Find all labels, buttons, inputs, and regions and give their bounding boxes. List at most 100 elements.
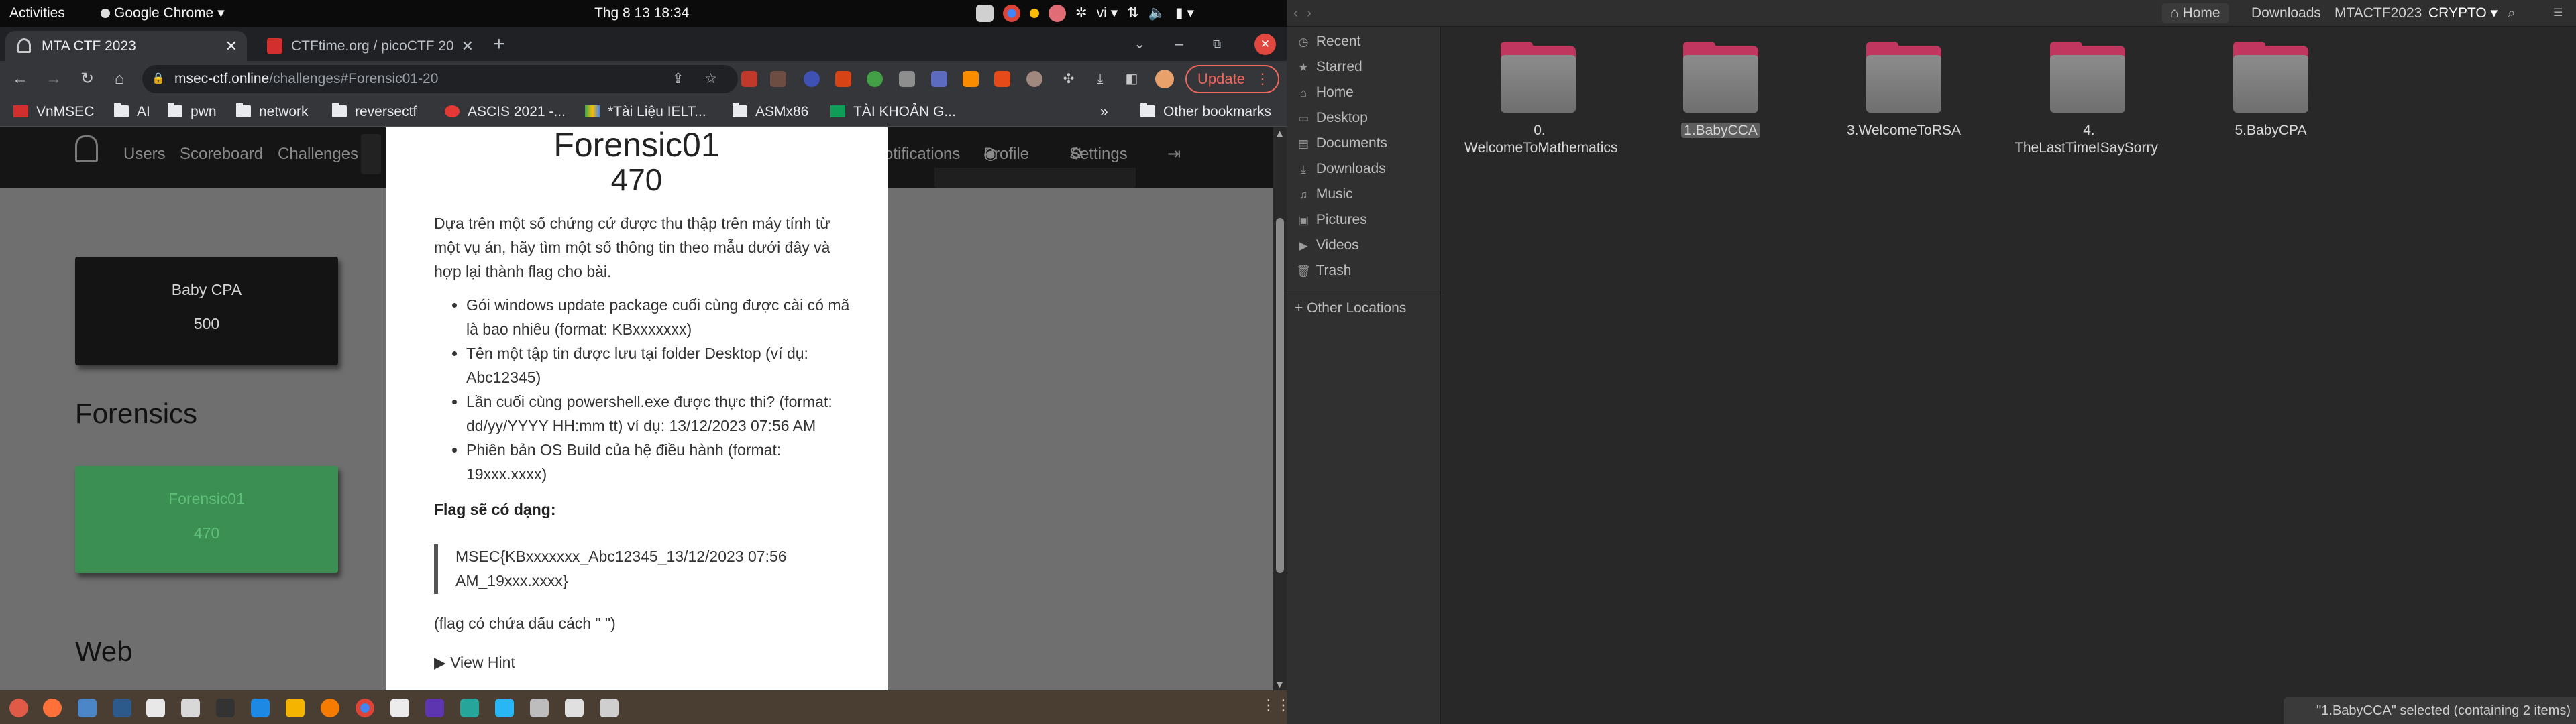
firefox-icon[interactable] xyxy=(43,699,62,717)
home-icon[interactable]: ⌂ xyxy=(107,67,131,91)
app-icon[interactable] xyxy=(495,699,514,717)
app-icon[interactable] xyxy=(321,699,339,717)
battery-icon[interactable]: ▮ ▾ xyxy=(1175,5,1194,21)
new-tab-button[interactable]: + xyxy=(493,27,520,57)
nav-users[interactable]: Users xyxy=(123,127,166,181)
app-icon[interactable] xyxy=(286,699,305,717)
app-icon[interactable] xyxy=(600,699,619,717)
extensions-puzzle-icon[interactable]: ✣ xyxy=(1057,67,1081,91)
search-icon[interactable]: ⌕ xyxy=(2508,0,2516,27)
back-icon[interactable]: ‹ xyxy=(1293,0,1298,27)
breadcrumb-home[interactable]: ⌂ Home xyxy=(2162,3,2229,23)
bookmark-vnmsec[interactable]: VnMSEC xyxy=(13,97,94,127)
profile-avatar[interactable] xyxy=(1155,70,1174,88)
input-method-indicator[interactable]: vi ▾ xyxy=(1097,5,1118,21)
tray-circle-icon[interactable] xyxy=(1030,9,1039,19)
breadcrumb-downloads[interactable]: Downloads xyxy=(2251,0,2321,27)
bookmark-folder-ai[interactable]: AI xyxy=(114,97,150,127)
folder-item[interactable]: 5.BabyCPA xyxy=(2197,42,2345,139)
app-icon[interactable] xyxy=(9,699,28,717)
app-icon[interactable] xyxy=(113,699,131,717)
folder-item[interactable]: 0. WelcomeToMathematics xyxy=(1464,42,1617,157)
sidebar-item-downloads[interactable]: ⤓ Downloads xyxy=(1295,158,1386,180)
bookmark-ascis[interactable]: ASCIS 2021 -... xyxy=(445,97,566,127)
sidebar-item-desktop[interactable]: ▭ Desktop xyxy=(1295,107,1368,129)
text-editor-icon[interactable] xyxy=(146,699,165,717)
network-icon[interactable]: ⇅ xyxy=(1127,5,1139,21)
more-bookmarks-button[interactable]: » xyxy=(1100,97,1108,127)
sidebar-item-recent[interactable]: ◷ Recent xyxy=(1295,31,1361,52)
nav-scoreboard[interactable]: Scoreboard xyxy=(180,127,263,181)
minimize-icon[interactable]: – xyxy=(1175,27,1195,57)
extension-icon[interactable] xyxy=(931,71,947,87)
challenge-card-baby-cpa[interactable]: Baby CPA 500 xyxy=(75,257,338,365)
folder-item-selected[interactable]: 1.BabyCCA xyxy=(1647,42,1794,139)
app-icon[interactable] xyxy=(181,699,200,717)
logout-icon[interactable]: ⇥ xyxy=(1167,127,1181,181)
bookmark-folder-network[interactable]: network xyxy=(236,97,309,127)
page-scrollbar[interactable]: ▲ ▼ xyxy=(1273,127,1287,690)
app-icon[interactable] xyxy=(390,699,409,717)
bookmark-ielts[interactable]: *Tài Liệu IELT... xyxy=(585,97,706,127)
nav-challenges[interactable]: Challenges xyxy=(278,127,358,181)
app-icon[interactable] xyxy=(460,699,479,717)
other-bookmarks[interactable]: Other bookmarks xyxy=(1140,97,1271,127)
close-window-icon[interactable]: ✕ xyxy=(1254,34,1276,55)
ctfd-logo[interactable] xyxy=(75,135,98,162)
bookmark-tai-khoan[interactable]: TÀI KHOẢN G... xyxy=(830,97,956,127)
update-button[interactable]: Update ⋮ xyxy=(1185,65,1279,93)
more-menu-icon[interactable]: ⋮ xyxy=(1255,66,1270,92)
breadcrumb-crypto[interactable]: CRYPTO ▾ xyxy=(2428,0,2498,27)
bookmark-folder-reversectf[interactable]: reversectf xyxy=(332,97,417,127)
tray-settings-icon[interactable]: ✲ xyxy=(1075,5,1087,21)
address-bar[interactable]: 🔒 msec-ctf.online/challenges#Forensic01-… xyxy=(142,65,738,93)
discord-icon[interactable] xyxy=(976,5,994,23)
extension-icon[interactable] xyxy=(899,71,915,87)
download-icon[interactable]: ⤓ xyxy=(1088,67,1112,91)
view-options-icon[interactable]: ☰ xyxy=(2553,0,2563,27)
tray-app-icon[interactable] xyxy=(1049,5,1066,23)
restore-icon[interactable]: ⧉ xyxy=(1213,27,1233,57)
volume-icon[interactable]: 🔈 xyxy=(1148,5,1166,21)
sidebar-item-home[interactable]: ⌂ Home xyxy=(1295,82,1354,103)
activities-button[interactable]: Activities xyxy=(9,0,65,27)
app-icon[interactable] xyxy=(425,699,444,717)
side-panel-icon[interactable]: ◧ xyxy=(1120,67,1144,91)
vscode-icon[interactable] xyxy=(251,699,270,717)
extension-icon[interactable] xyxy=(804,71,820,87)
scrollbar-thumb[interactable] xyxy=(1276,218,1284,573)
sidebar-item-documents[interactable]: ▤ Documents xyxy=(1295,133,1387,154)
clock[interactable]: Thg 8 13 18:34 xyxy=(594,0,689,27)
share-icon[interactable]: ⇪ xyxy=(672,65,684,93)
reload-icon[interactable]: ↻ xyxy=(75,67,99,91)
extension-icon[interactable] xyxy=(741,71,757,87)
tab-ctftime[interactable]: CTFtime.org / picoCTF 20 ✕ xyxy=(255,31,483,61)
sidebar-item-starred[interactable]: ★ Starred xyxy=(1295,56,1362,78)
bookmark-folder-asmx86[interactable]: ASMx86 xyxy=(733,97,808,127)
tab-mta-ctf[interactable]: MTA CTF 2023 ✕ xyxy=(5,31,247,61)
chrome-tray-icon[interactable] xyxy=(1003,5,1020,23)
sidebar-item-music[interactable]: ♫ Music xyxy=(1295,184,1353,205)
terminal-icon[interactable] xyxy=(216,699,235,717)
files-icon[interactable] xyxy=(78,699,97,717)
extension-icon[interactable] xyxy=(1026,71,1042,87)
chrome-dock-icon[interactable] xyxy=(356,699,374,717)
sidebar-item-trash[interactable]: 🗑 Trash xyxy=(1295,260,1351,282)
back-icon[interactable]: ← xyxy=(8,67,32,91)
tab-close-icon[interactable]: ✕ xyxy=(225,31,237,61)
bookmark-folder-pwn[interactable]: pwn xyxy=(168,97,217,127)
app-menu[interactable]: Google Chrome ▾ xyxy=(101,0,225,27)
sidebar-item-videos[interactable]: ▶ Videos xyxy=(1295,235,1358,256)
sidebar-item-pictures[interactable]: ▣ Pictures xyxy=(1295,209,1367,231)
bookmark-star-icon[interactable]: ☆ xyxy=(704,65,717,93)
app-icon[interactable] xyxy=(565,699,584,717)
view-hint-toggle[interactable]: ▶ View Hint xyxy=(434,654,515,672)
extension-icon[interactable] xyxy=(770,71,786,87)
breadcrumb-mtactf2023[interactable]: MTACTF2023 xyxy=(2334,0,2422,27)
forward-icon[interactable]: › xyxy=(1307,0,1311,27)
app-icon[interactable] xyxy=(530,699,549,717)
tab-search-icon[interactable]: ⌄ xyxy=(1134,27,1154,57)
forward-icon[interactable]: → xyxy=(42,67,66,91)
sidebar-item-other-locations[interactable]: + Other Locations xyxy=(1295,298,1406,319)
extension-icon[interactable] xyxy=(963,71,979,87)
